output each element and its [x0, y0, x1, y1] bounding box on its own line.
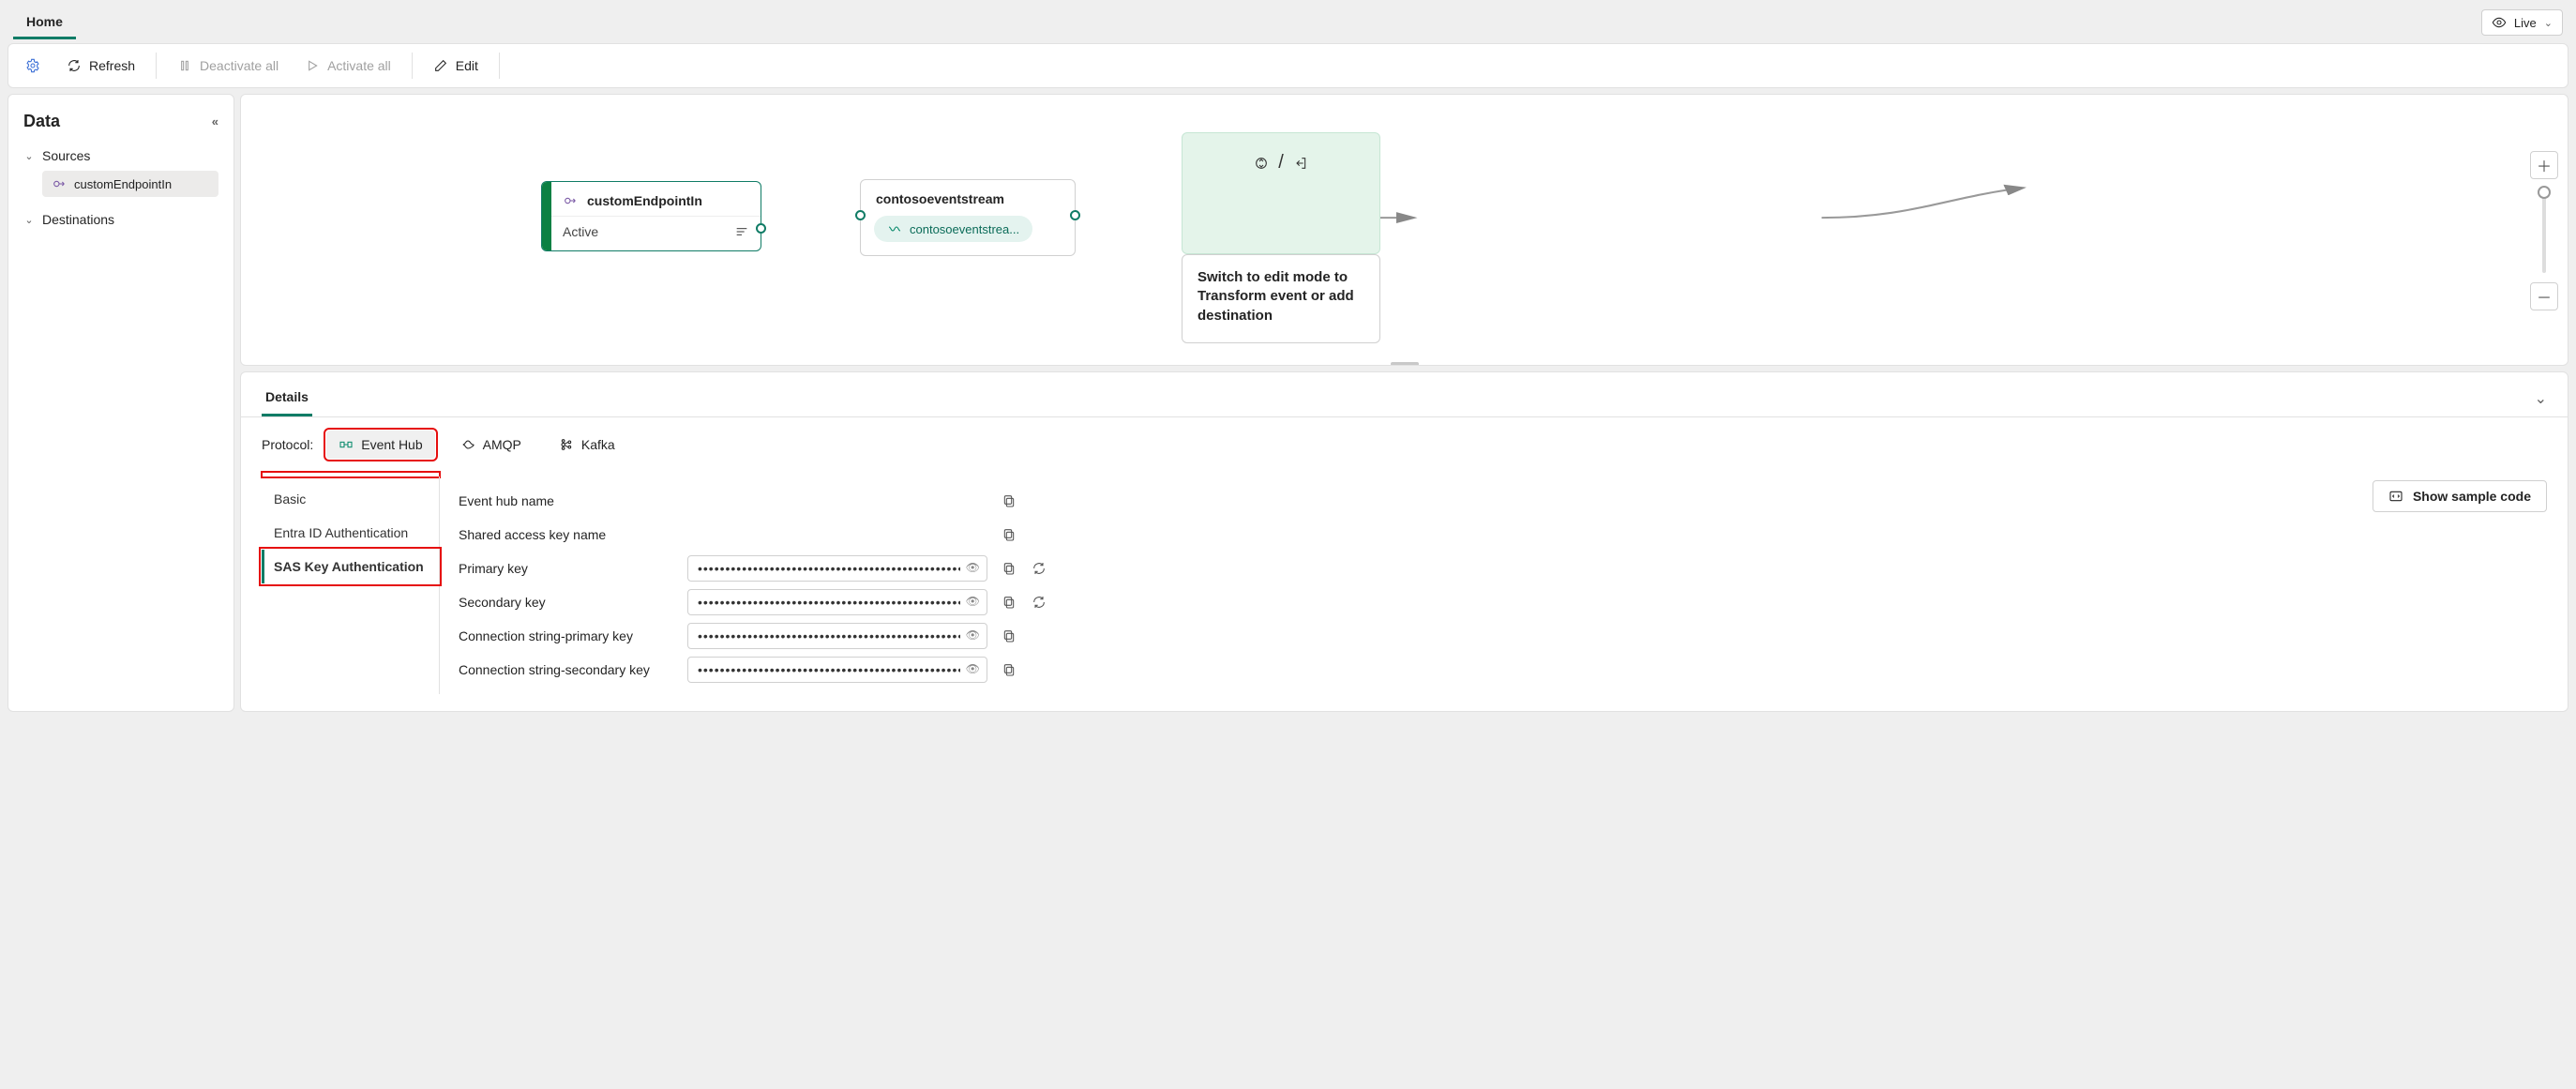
stream-icon	[887, 221, 902, 236]
reveal-icon[interactable]: 👁	[966, 595, 981, 608]
chevron-down-icon: ⌄	[23, 150, 35, 162]
protocol-amqp[interactable]: AMQP	[448, 431, 534, 459]
field-label-sakname: Shared access key name	[459, 527, 674, 542]
node-source[interactable]: customEndpointIn Active	[541, 181, 761, 251]
field-label-hubname: Event hub name	[459, 493, 674, 508]
tab-strip: Home Live ⌄	[4, 4, 2572, 41]
tree-destinations[interactable]: ⌄ Destinations	[16, 206, 226, 233]
node-source-status: Active	[563, 224, 598, 239]
auth-form: Show sample code Event hub name Shared a…	[440, 476, 2547, 694]
field-label-pkey: Primary key	[459, 561, 674, 576]
cs-secondary-field[interactable]: ••••••••••••••••••••••••••••••••••••••••…	[687, 657, 987, 683]
details-icon[interactable]	[734, 224, 749, 239]
side-tab-entra[interactable]: Entra ID Authentication	[262, 516, 439, 550]
zoom-controls: ＋ －	[2530, 151, 2558, 310]
tree-destinations-label: Destinations	[42, 212, 114, 227]
node-stream[interactable]: contosoeventstream contosoeventstrea...	[860, 179, 1076, 256]
toolbar: Refresh Deactivate all Activate all Edit	[8, 43, 2568, 88]
data-panel-title: Data «	[23, 112, 218, 131]
regenerate-icon[interactable]	[1031, 594, 1047, 611]
protocol-kafka[interactable]: Kafka	[547, 431, 627, 459]
collapse-details-icon[interactable]: ⌄	[2535, 389, 2547, 408]
zoom-in-button[interactable]: ＋	[2530, 151, 2558, 179]
field-label-cs-pkey: Connection string-primary key	[459, 628, 674, 643]
node-stream-title: contosoeventstream	[876, 191, 1062, 206]
side-tab-sas[interactable]: SAS Key Authentication	[262, 550, 439, 583]
activate-label: Activate all	[327, 58, 391, 73]
exit-icon	[1293, 156, 1308, 171]
refresh-icon	[67, 58, 82, 73]
tree-sources-label: Sources	[42, 148, 90, 163]
live-label: Live	[2514, 16, 2537, 30]
show-sample-code-button[interactable]: Show sample code	[2373, 480, 2547, 512]
secondary-key-field[interactable]: ••••••••••••••••••••••••••••••••••••••••…	[687, 589, 987, 615]
code-icon	[2388, 489, 2403, 504]
copy-icon[interactable]	[1001, 492, 1017, 509]
protocol-label: Protocol:	[262, 437, 313, 452]
refresh-button[interactable]: Refresh	[55, 52, 146, 80]
copy-icon[interactable]	[1001, 628, 1017, 644]
deactivate-all-button[interactable]: Deactivate all	[166, 52, 290, 80]
copy-icon[interactable]	[1001, 560, 1017, 577]
eye-icon	[2492, 15, 2507, 30]
reveal-icon[interactable]: 👁	[966, 662, 981, 675]
protocol-row: Protocol: Event Hub AMQP Kafka	[241, 417, 2568, 472]
side-tab-basic[interactable]: Basic	[262, 482, 439, 516]
chevron-down-icon: ⌄	[23, 214, 35, 226]
field-label-skey: Secondary key	[459, 595, 674, 610]
eventhub-icon	[339, 437, 354, 452]
source-item-customendpoint[interactable]: customEndpointIn	[42, 171, 218, 197]
primary-key-field[interactable]: ••••••••••••••••••••••••••••••••••••••••…	[687, 555, 987, 582]
activate-all-button[interactable]: Activate all	[294, 52, 402, 80]
data-panel: Data « ⌄ Sources customEndpointIn ⌄ Dest…	[8, 94, 234, 712]
node-destination-placeholder[interactable]: /	[1182, 132, 1380, 254]
cs-primary-field[interactable]: ••••••••••••••••••••••••••••••••••••••••…	[687, 623, 987, 649]
endpoint-icon	[52, 176, 67, 191]
copy-icon[interactable]	[1001, 526, 1017, 543]
edit-label: Edit	[456, 58, 478, 73]
details-panel: Details ⌄ Protocol: Event Hub AMQP	[240, 371, 2568, 712]
graph-canvas[interactable]: customEndpointIn Active contosoeventstre…	[240, 94, 2568, 366]
protocol-eventhub[interactable]: Event Hub	[326, 431, 434, 459]
reveal-icon[interactable]: 👁	[966, 561, 981, 574]
panel-resize-handle[interactable]	[1391, 362, 1419, 366]
transform-icon	[1254, 156, 1269, 171]
copy-icon[interactable]	[1001, 661, 1017, 678]
gear-icon	[25, 58, 40, 73]
kafka-icon	[559, 437, 574, 452]
details-tab[interactable]: Details	[262, 380, 312, 416]
tab-home[interactable]: Home	[13, 7, 76, 39]
deactivate-label: Deactivate all	[200, 58, 279, 73]
node-destination-message: Switch to edit mode to Transform event o…	[1182, 254, 1380, 343]
live-mode-toggle[interactable]: Live ⌄	[2481, 9, 2563, 36]
pause-icon	[177, 58, 192, 73]
chevron-down-icon: ⌄	[2544, 17, 2553, 29]
zoom-out-button[interactable]: －	[2530, 282, 2558, 310]
auth-side-tabs: Basic Entra ID Authentication SAS Key Au…	[262, 476, 440, 694]
reveal-icon[interactable]: 👁	[966, 628, 981, 642]
endpoint-icon	[563, 193, 578, 208]
edit-button[interactable]: Edit	[422, 52, 490, 80]
stream-chip: contosoeventstrea...	[874, 216, 1032, 242]
tree-sources[interactable]: ⌄ Sources	[16, 143, 226, 169]
edit-icon	[433, 58, 448, 73]
amqp-icon	[460, 437, 475, 452]
copy-icon[interactable]	[1001, 594, 1017, 611]
play-icon	[305, 58, 320, 73]
refresh-label: Refresh	[89, 58, 135, 73]
zoom-slider[interactable]	[2542, 189, 2546, 273]
settings-button[interactable]	[14, 52, 52, 80]
collapse-panel-icon[interactable]: «	[212, 114, 218, 129]
source-item-label: customEndpointIn	[74, 177, 172, 191]
node-source-title: customEndpointIn	[587, 193, 702, 208]
field-label-cs-skey: Connection string-secondary key	[459, 662, 674, 677]
regenerate-icon[interactable]	[1031, 560, 1047, 577]
